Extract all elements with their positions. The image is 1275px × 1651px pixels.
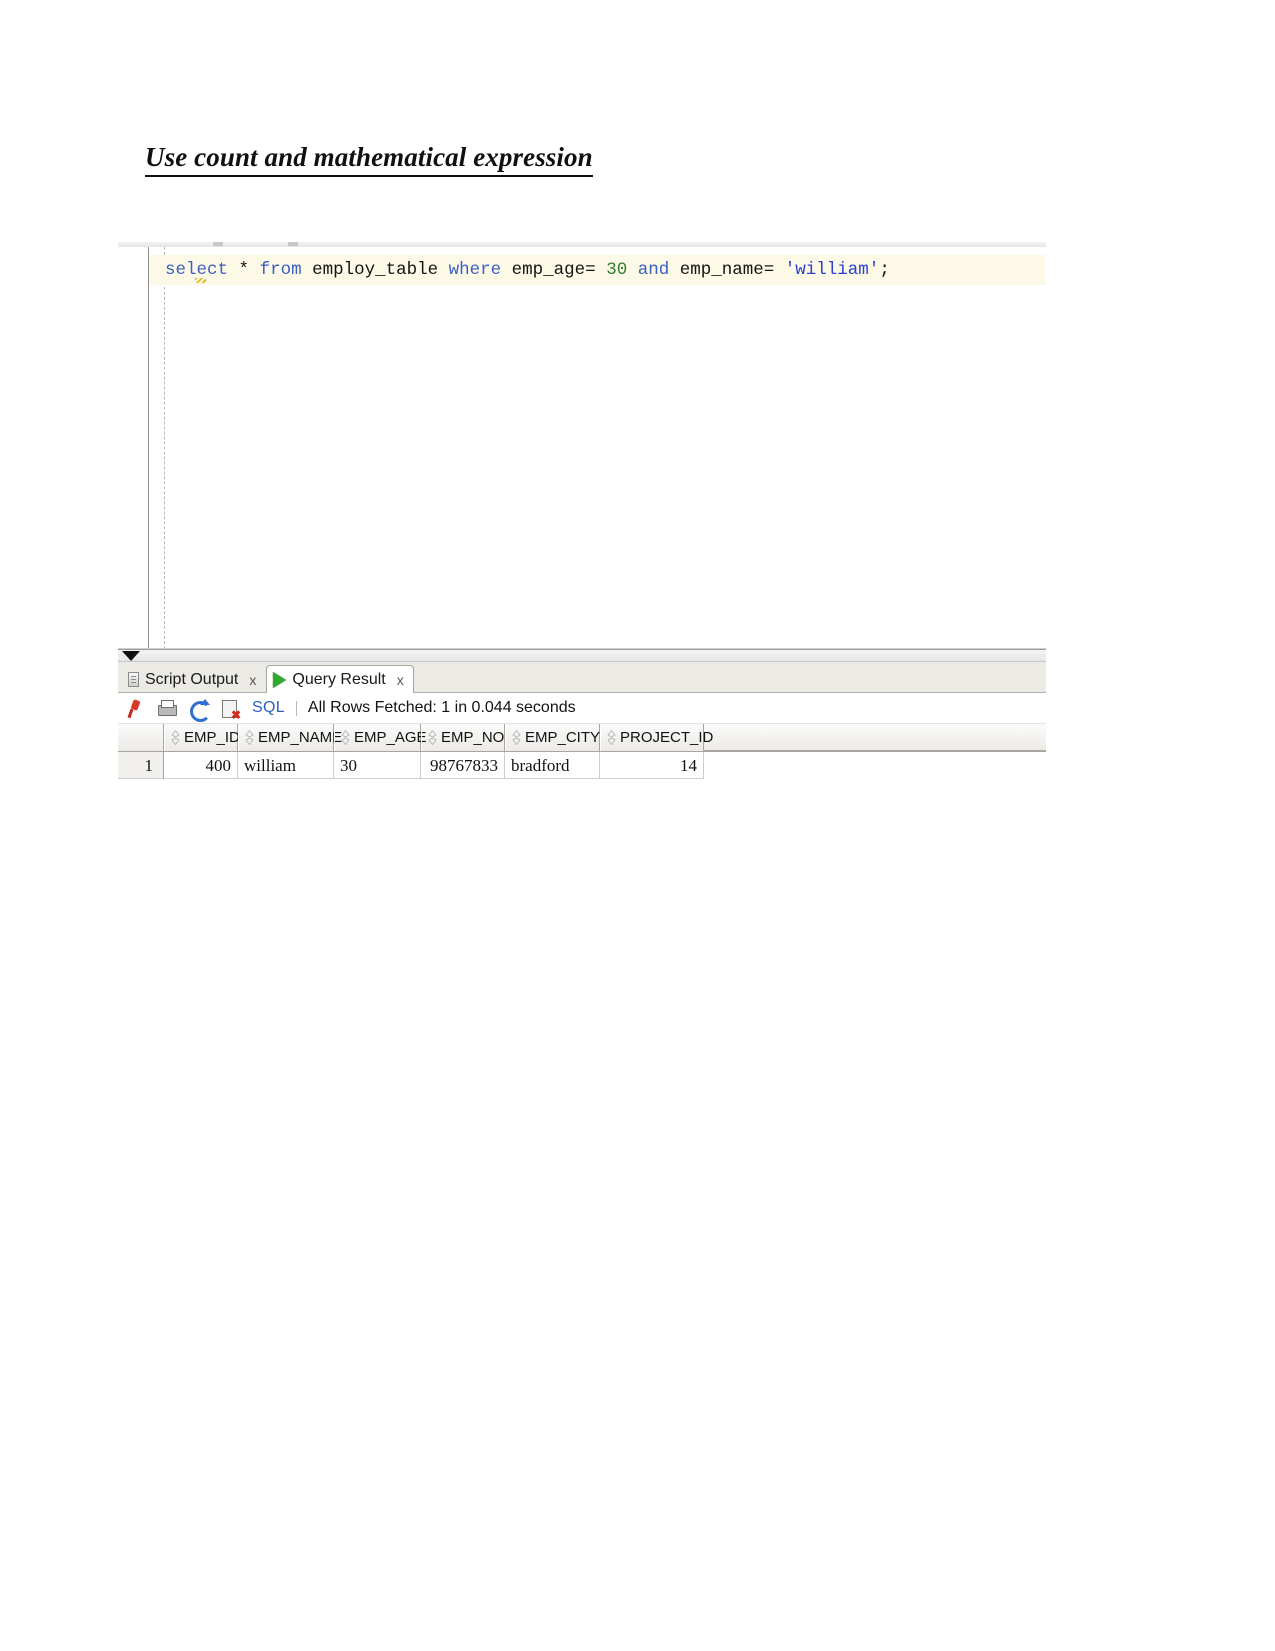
cell-emp_no[interactable]: 98767833 <box>421 752 505 779</box>
table-row[interactable]: 1 400 william 30 98767833 bradford 14 <box>118 752 1046 779</box>
sort-indicator-icon[interactable] <box>341 730 350 745</box>
row-number[interactable]: 1 <box>118 752 164 779</box>
panel-splitter[interactable] <box>118 649 1046 662</box>
tab-query-result-close-icon[interactable]: x <box>397 672 404 688</box>
grid-header-project_id[interactable]: PROJECT_ID <box>600 724 713 751</box>
grid-header-emp_city[interactable]: EMP_CITY <box>505 724 600 751</box>
run-play-icon <box>273 671 287 688</box>
sql-token-star: * <box>238 260 250 280</box>
tab-script-output-close-icon[interactable]: x <box>249 672 256 688</box>
grid-header-label: EMP_NO <box>441 729 505 746</box>
sql-token-string: 'william' <box>784 260 880 280</box>
row-filler <box>704 752 1046 779</box>
editor-top-strip <box>118 242 1046 247</box>
cell-emp_id[interactable]: 400 <box>164 752 238 779</box>
grid-body[interactable]: 1 400 william 30 98767833 bradford 14 <box>118 752 1046 779</box>
ruler-marker-2 <box>288 242 298 246</box>
tab-script-output-label: Script Output <box>145 670 239 688</box>
sql-worksheet-editor[interactable]: select * from employ_table where emp_age… <box>118 242 1046 649</box>
sql-token-plain <box>774 260 785 280</box>
sql-token-identifier: employ_table <box>312 260 439 280</box>
cell-emp_age[interactable]: 30 <box>334 752 421 779</box>
pin-icon[interactable] <box>124 698 145 719</box>
editor-margin-guide <box>164 247 165 649</box>
fetch-status-text: All Rows Fetched: 1 in 0.044 seconds <box>307 699 576 716</box>
sql-token-plain <box>627 260 638 280</box>
sql-token-keyword: where <box>448 260 502 280</box>
grid-header-emp_no[interactable]: EMP_NO <box>421 724 505 751</box>
sql-token-keyword: select <box>165 260 229 280</box>
grid-header-label: EMP_ID <box>184 729 240 746</box>
sql-token-identifier: emp_age= <box>511 260 596 280</box>
cell-project_id[interactable]: 14 <box>600 752 704 779</box>
cell-emp_name[interactable]: william <box>238 752 334 779</box>
sql-toggle-button[interactable]: SQL <box>252 699 285 717</box>
grid-header-emp_age[interactable]: EMP_AGE <box>334 724 427 751</box>
grid-header-label: EMP_AGE <box>354 729 427 746</box>
refresh-icon[interactable] <box>188 698 211 722</box>
script-output-icon <box>128 672 139 687</box>
sql-token-plain <box>228 260 239 280</box>
sql-token-operator: ; <box>879 260 890 280</box>
grid-header-label: EMP_CITY <box>525 729 601 746</box>
grid-header-emp_name[interactable]: EMP_NAME <box>238 724 342 751</box>
grid-header-label: PROJECT_ID <box>620 729 714 746</box>
sql-query-text: select * from employ_table where emp_age… <box>165 260 890 280</box>
sql-token-keyword: from <box>259 260 302 280</box>
sort-indicator-icon[interactable] <box>607 730 616 745</box>
triangle-down-icon[interactable] <box>122 651 140 661</box>
sql-token-plain <box>302 260 313 280</box>
grid-corner-cell <box>118 724 164 751</box>
sql-token-plain <box>596 260 607 280</box>
tab-query-result-label: Query Result <box>292 670 386 688</box>
grid-header-filler <box>704 724 1046 751</box>
page-title: Use count and mathematical expression <box>145 142 593 177</box>
ruler-marker-1 <box>213 242 223 246</box>
grid-header-emp_id[interactable]: EMP_ID <box>164 724 240 751</box>
sql-token-keyword: and <box>637 260 670 280</box>
tab-query-result[interactable]: Query Result x <box>266 665 414 693</box>
sql-token-plain <box>501 260 512 280</box>
print-icon[interactable] <box>156 698 177 719</box>
results-tab-bar: Script Output x Query Result x <box>118 662 1046 693</box>
grid-header-label: EMP_NAME <box>258 729 343 746</box>
cell-emp_city[interactable]: bradford <box>505 752 600 779</box>
syntax-warning-squiggle <box>195 278 206 283</box>
sort-indicator-icon[interactable] <box>512 730 521 745</box>
clear-results-icon[interactable] <box>220 698 241 721</box>
sql-token-plain <box>249 260 260 280</box>
sort-indicator-icon[interactable] <box>428 730 437 745</box>
query-result-grid[interactable]: EMP_ID EMP_NAME EMP_AGE EMP_NO EMP_CITY PROJE… <box>118 724 1046 779</box>
editor-gutter-divider <box>148 247 149 649</box>
sql-token-identifier: emp_name= <box>679 260 775 280</box>
toolbar-separator <box>295 700 297 716</box>
sort-indicator-icon[interactable] <box>171 730 180 745</box>
sql-token-number: 30 <box>606 260 628 280</box>
sql-query-line[interactable]: select * from employ_table where emp_age… <box>149 255 1046 285</box>
grid-header-row: EMP_ID EMP_NAME EMP_AGE EMP_NO EMP_CITY PROJE… <box>118 724 1046 752</box>
sql-token-plain <box>669 260 680 280</box>
tab-script-output[interactable]: Script Output x <box>121 665 266 693</box>
sql-token-plain <box>438 260 449 280</box>
results-toolbar: SQL All Rows Fetched: 1 in 0.044 seconds <box>118 693 1046 724</box>
sort-indicator-icon[interactable] <box>245 730 254 745</box>
sql-developer-screenshot: select * from employ_table where emp_age… <box>118 242 1046 788</box>
